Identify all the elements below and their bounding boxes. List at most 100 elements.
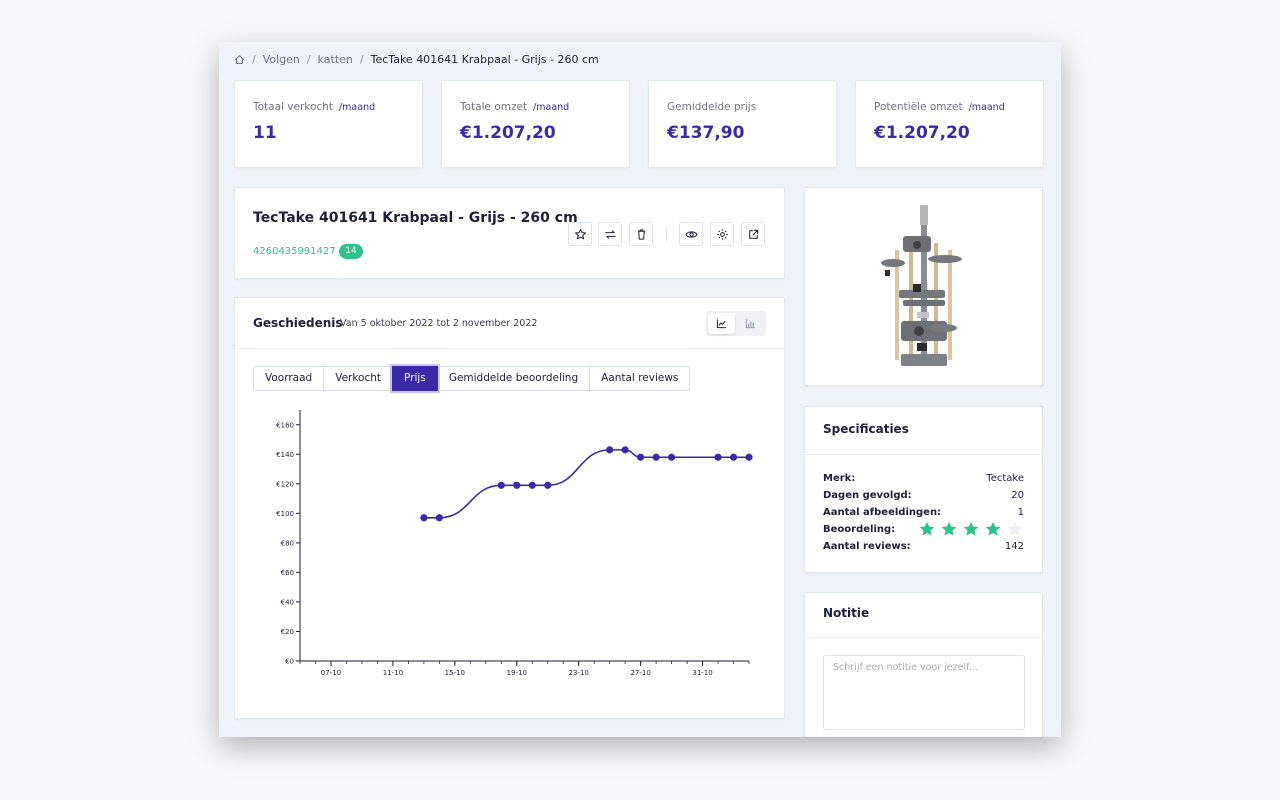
breadcrumb-separator: / xyxy=(359,52,364,66)
tab-aantal-reviews[interactable]: Aantal reviews xyxy=(589,366,691,391)
trash-icon xyxy=(637,228,645,240)
stat-period: /maand xyxy=(533,102,570,113)
y-tick-label: €60 xyxy=(281,569,294,577)
price-point xyxy=(729,453,738,461)
price-point xyxy=(420,514,428,522)
y-tick-label: €80 xyxy=(281,539,294,547)
stat-value: €1.207,20 xyxy=(874,123,970,143)
history-tabs: Voorraad Verkocht Prijs Gemiddelde beoor… xyxy=(253,366,691,391)
y-tick-label: €0 xyxy=(285,658,294,666)
tab-prijs[interactable]: Prijs xyxy=(392,366,438,391)
history-card: Geschiedenis Van 5 oktober 2022 tot 2 no… xyxy=(234,297,785,719)
star-filled-icon xyxy=(941,521,957,536)
stat-period: /maand xyxy=(338,102,376,113)
star-filled-icon xyxy=(985,521,1001,536)
price-history-chart: €0 €20 €40 €60 €80 €100 €120 €140 €160 07-10 11-10… xyxy=(276,410,753,677)
spec-row-rating: Beoordeling: xyxy=(823,521,1024,537)
compare-button[interactable] xyxy=(598,222,622,246)
price-point xyxy=(714,453,722,461)
chart-view-toggle xyxy=(706,311,766,336)
price-point xyxy=(513,481,521,489)
app-frame: / Volgen / katten / TecTake 401641 Krabp… xyxy=(219,42,1061,737)
breadcrumb-current: TecTake 401641 Krabpaal - Grijs - 260 cm xyxy=(370,52,599,66)
compare-arrows-icon xyxy=(604,229,616,239)
note-card: Notitie xyxy=(804,592,1043,737)
x-tick-label: 23-10 xyxy=(569,669,589,677)
stat-card-average-price: Gemiddelde prijs €137,90 xyxy=(648,80,837,168)
line-chart-icon xyxy=(716,319,726,329)
rating-stars xyxy=(918,521,1024,537)
x-tick-label: 11-10 xyxy=(383,669,403,677)
price-point xyxy=(528,481,536,489)
history-date-range: Van 5 oktober 2022 tot 2 november 2022 xyxy=(340,318,538,329)
product-title: TecTake 401641 Krabpaal - Grijs - 260 cm xyxy=(253,210,578,226)
y-tick-label: €160 xyxy=(276,421,294,429)
breadcrumb-katten[interactable]: katten xyxy=(318,53,353,66)
x-tick-label: 15-10 xyxy=(445,669,465,677)
spec-label: Merk: xyxy=(823,472,856,484)
price-point xyxy=(606,446,614,454)
line-chart-view-button[interactable] xyxy=(708,313,735,334)
specs-divider xyxy=(805,454,1042,455)
star-filled-icon xyxy=(919,521,935,536)
y-tick-label: €100 xyxy=(276,510,294,518)
x-tick-label: 31-10 xyxy=(692,669,712,677)
product-image[interactable] xyxy=(805,188,1042,385)
stat-value: 11 xyxy=(253,123,277,143)
history-header: Geschiedenis Van 5 oktober 2022 tot 2 no… xyxy=(235,298,784,349)
settings-button[interactable] xyxy=(710,222,734,246)
spec-row-brand: Merk: Tectake xyxy=(823,470,1024,486)
breadcrumb: / Volgen / katten / TecTake 401641 Krabp… xyxy=(234,52,599,66)
stat-value: €137,90 xyxy=(667,123,745,143)
x-tick-label: 27-10 xyxy=(630,669,650,677)
tab-verkocht[interactable]: Verkocht xyxy=(323,366,394,391)
price-point xyxy=(745,453,753,461)
toolbar-divider xyxy=(666,226,667,242)
x-tick-label: 07-10 xyxy=(321,669,341,677)
settings-icon xyxy=(716,228,728,240)
price-point xyxy=(544,481,552,489)
stat-label: Gemiddelde prijs xyxy=(667,101,757,113)
y-tick-label: €20 xyxy=(281,628,294,636)
star-icon xyxy=(574,228,586,239)
breadcrumb-separator: / xyxy=(252,52,256,66)
spec-value: Tectake xyxy=(986,472,1024,484)
y-tick-label: €140 xyxy=(276,451,294,459)
spec-row-days-tracked: Dagen gevolgd: 20 xyxy=(823,487,1024,503)
tab-gemiddelde-beoordeling[interactable]: Gemiddelde beoordeling xyxy=(436,366,591,391)
bar-chart-view-button[interactable] xyxy=(737,313,764,334)
price-point xyxy=(435,514,443,522)
stat-label: Potentiële omzet xyxy=(874,101,963,113)
spec-value: 142 xyxy=(1004,540,1024,552)
open-external-button[interactable] xyxy=(741,222,765,246)
delete-button[interactable] xyxy=(629,222,653,246)
specs-card: Specificaties Merk: Tectake Dagen gevolg… xyxy=(804,406,1043,573)
price-series-line xyxy=(423,449,749,519)
price-point xyxy=(667,453,676,461)
stat-label: Totale omzet xyxy=(460,101,528,113)
favorite-button[interactable] xyxy=(568,222,592,246)
price-point xyxy=(497,481,505,489)
product-image-card xyxy=(804,187,1043,386)
home-icon[interactable] xyxy=(234,54,245,65)
note-input[interactable] xyxy=(823,655,1025,730)
spec-label: Aantal reviews: xyxy=(823,540,911,552)
product-ean[interactable]: 4260435991427 xyxy=(253,246,336,257)
spec-label: Dagen gevolgd: xyxy=(823,489,912,501)
breadcrumb-volgen[interactable]: Volgen xyxy=(263,53,300,66)
view-button[interactable] xyxy=(679,222,703,246)
tab-voorraad[interactable]: Voorraad xyxy=(253,366,325,391)
y-tick-label: €120 xyxy=(276,480,294,488)
stat-period: /maand xyxy=(968,102,1005,113)
spec-row-image-count: Aantal afbeeldingen: 1 xyxy=(823,504,1024,520)
price-point xyxy=(621,446,629,454)
x-tick-label: 19-10 xyxy=(507,669,527,677)
stat-card-total-sold: Totaal verkocht/maand 11 xyxy=(234,80,423,168)
price-point xyxy=(652,453,660,461)
bar-chart-icon xyxy=(745,319,755,329)
ean-count-badge: 14 xyxy=(339,244,363,259)
spec-label: Aantal afbeeldingen: xyxy=(823,506,942,518)
star-filled-icon xyxy=(963,521,979,536)
stat-label: Totaal verkocht xyxy=(253,101,333,113)
stat-value: €1.207,20 xyxy=(460,123,556,143)
